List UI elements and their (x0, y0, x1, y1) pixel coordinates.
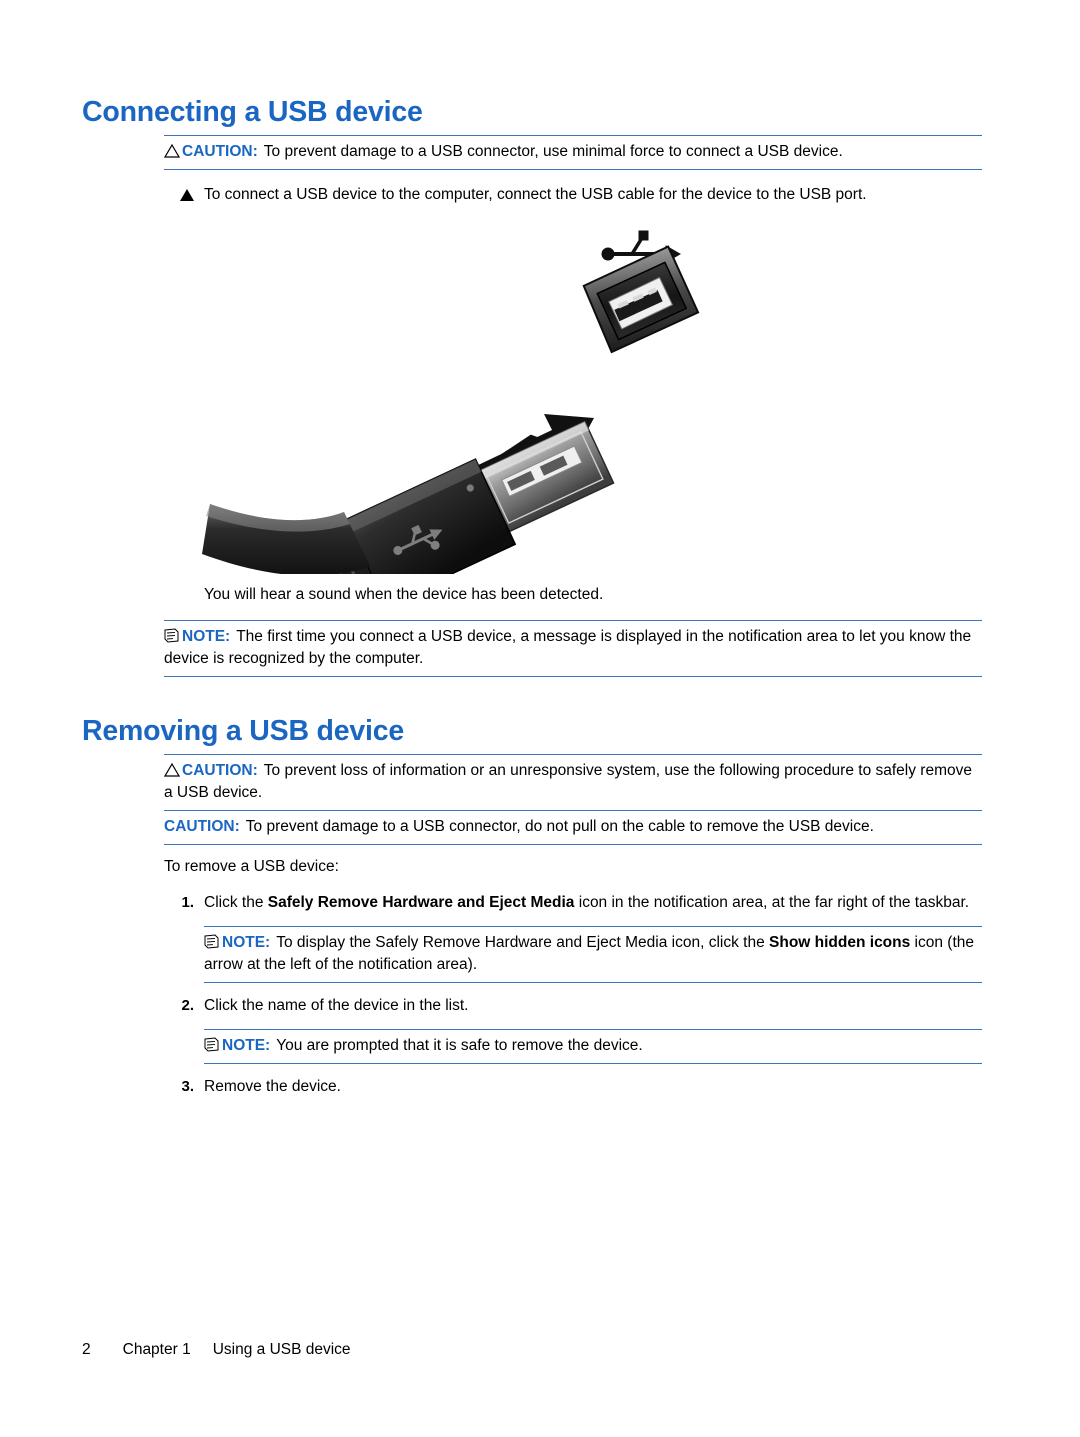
step-2: 2. Click the name of the device in the l… (164, 995, 982, 1017)
note-label: NOTE: (222, 934, 271, 951)
caution-text: To prevent damage to a USB connector, us… (263, 143, 843, 160)
note-icon (204, 1037, 219, 1052)
step-number: 2. (181, 997, 194, 1014)
note-label: NOTE: (182, 628, 231, 645)
caution-label: CAUTION: (164, 818, 240, 835)
caution-text: To prevent loss of information or an unr… (164, 762, 972, 801)
note-first-time-connect: NOTE: The first time you connect a USB de… (164, 620, 982, 677)
page-title-connecting: Connecting a USB device (82, 96, 423, 128)
note-safe-to-remove: NOTE: You are prompted that it is safe to… (204, 1029, 982, 1064)
caution-label: CAUTION: (182, 143, 258, 160)
step-text: Click the name of the device in the list… (204, 997, 469, 1014)
step-text-before: Click the (204, 894, 268, 911)
step-1: 1. Click the Safely Remove Hardware and … (164, 892, 982, 914)
note-label: NOTE: (222, 1037, 271, 1054)
bullet-triangle-icon (164, 184, 196, 206)
bullet-text: To connect a USB device to the computer,… (204, 186, 867, 203)
step-number: 3. (181, 1078, 194, 1095)
note-text-before: To display the Safely Remove Hardware an… (276, 934, 770, 951)
step-text: Remove the device. (204, 1078, 341, 1095)
usb-cable-connector-illustration (82, 224, 982, 574)
page-content: Connecting a USB device CAUTION: To preve… (82, 96, 982, 1098)
bullet-connect-usb: To connect a USB device to the computer,… (164, 184, 982, 206)
usb-cable (202, 504, 370, 574)
caution-removing-usb-1: CAUTION: To prevent loss of information o… (164, 754, 982, 811)
step-number: 1. (181, 894, 194, 911)
caution-icon (164, 144, 180, 158)
step-3: 3. Remove the device. (164, 1076, 982, 1098)
page-title-removing: Removing a USB device (82, 715, 405, 747)
note-text-bold: Show hidden icons (769, 934, 911, 951)
lead-in-text: To remove a USB device: (164, 858, 339, 875)
note-text: You are prompted that it is safe to remo… (276, 1037, 643, 1054)
caution-text: To prevent damage to a USB connector, do… (245, 818, 874, 835)
note-icon (164, 628, 179, 643)
footer-chapter-title: Using a USB device (212, 1341, 351, 1358)
document-page: Connecting a USB device CAUTION: To preve… (0, 0, 1080, 1437)
step-text-bold: Safely Remove Hardware and Eject Media (267, 894, 575, 911)
note-icon (204, 934, 219, 949)
page-footer: 2 Chapter 1 Using a USB device (82, 1341, 351, 1359)
page-number: 2 (82, 1341, 91, 1358)
caution-connecting-usb: CAUTION: To prevent damage to a USB conne… (164, 135, 982, 170)
usb-port (582, 245, 700, 354)
note-text: The first time you connect a USB device,… (164, 628, 972, 667)
caution-label: CAUTION: (182, 762, 258, 779)
footer-chapter: Chapter 1 (122, 1341, 191, 1358)
caution-removing-usb-2: CAUTION: To prevent damage to a USB conne… (164, 811, 982, 845)
note-show-hidden-icons: NOTE: To display the Safely Remove Hardwa… (204, 926, 982, 983)
step-text-after: icon in the notification area, at the fa… (574, 894, 970, 911)
step-text: Click the Safely Remove Hardware and Eje… (204, 894, 969, 911)
caution-icon (164, 763, 180, 777)
after-figure-text: You will hear a sound when the device ha… (204, 586, 604, 603)
